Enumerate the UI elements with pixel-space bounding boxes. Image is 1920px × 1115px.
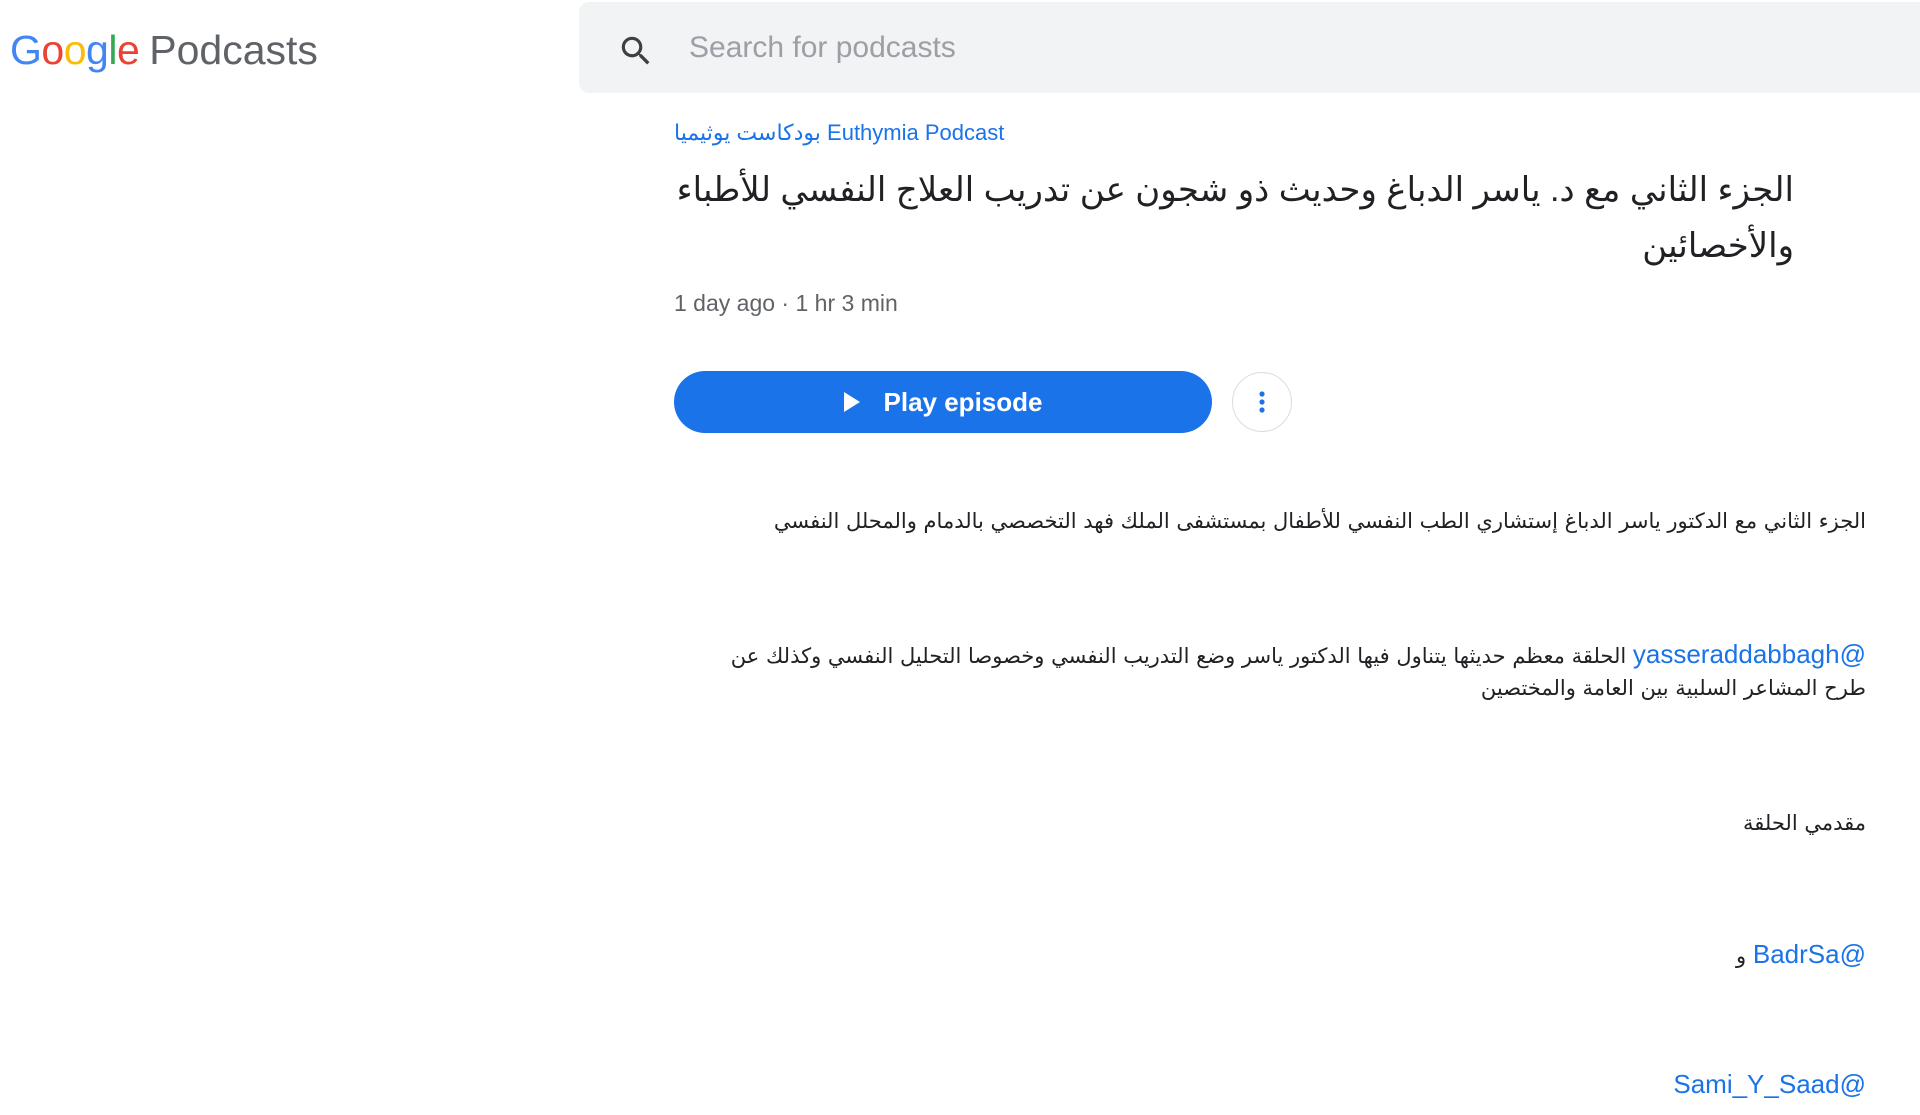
- logo-letter: o: [63, 26, 87, 73]
- logo-letter: o: [41, 26, 64, 73]
- episode-title: الجزء الثاني مع د. ياسر الدباغ وحديث ذو …: [676, 171, 1794, 265]
- play-episode-button[interactable]: Play episode: [674, 371, 1212, 433]
- description-text: طرح المشاعر السلبية بين العامة والمختصين: [1480, 676, 1866, 700]
- description-paragraph: @BadrSa و: [674, 938, 1866, 972]
- logo-product-name: Podcasts: [149, 26, 318, 73]
- description-text: الجزء الثاني مع الدكتور ياسر الدباغ إستش…: [773, 509, 1866, 533]
- more-options-button[interactable]: [1232, 372, 1292, 432]
- search-icon[interactable]: [617, 32, 655, 70]
- description-text: الحلقة معظم حديثها يتناول فيها الدكتور ي…: [730, 644, 1633, 668]
- episode-meta: 1 day ago · 1 hr 3 min: [674, 288, 1870, 318]
- description-paragraph: الجزء الثاني مع الدكتور ياسر الدباغ إستش…: [674, 505, 1866, 537]
- description-paragraph: @Sami_Y_Saad: [674, 1068, 1866, 1102]
- podcast-name-link[interactable]: بودكاست يوثيميا Euthymia Podcast: [674, 118, 1004, 148]
- logo-letter: e: [116, 26, 140, 73]
- logo-letter: g: [86, 26, 109, 73]
- episode-duration: 1 hr 3 min: [795, 290, 898, 316]
- published-date: 1 day ago: [674, 290, 776, 316]
- meta-separator: ·: [781, 290, 790, 316]
- google-podcasts-logo[interactable]: Google Podcasts: [10, 22, 318, 78]
- google-wordmark: Google: [10, 26, 140, 74]
- mention-link[interactable]: @BadrSa: [1753, 939, 1866, 969]
- play-icon: [843, 392, 860, 412]
- play-episode-label: Play episode: [883, 386, 1043, 417]
- episode-header: بودكاست يوثيميا Euthymia Podcast الجزء ا…: [674, 118, 1870, 318]
- more-vert-icon: [1259, 391, 1265, 413]
- description-paragraph: @yasseraddabbagh الحلقة معظم حديثها يتنا…: [674, 638, 1866, 704]
- header: Google Podcasts: [0, 0, 1920, 96]
- logo-letter: l: [108, 26, 117, 73]
- search-input[interactable]: [689, 22, 1789, 74]
- mention-link[interactable]: @yasseraddabbagh: [1633, 639, 1866, 669]
- hosts-label: مقدمي الحلقة: [1743, 811, 1866, 835]
- mention-link[interactable]: @Sami_Y_Saad: [1673, 1069, 1866, 1099]
- search-bar[interactable]: [579, 2, 1920, 93]
- description-text: و: [1736, 944, 1753, 968]
- logo-letter: G: [10, 26, 42, 73]
